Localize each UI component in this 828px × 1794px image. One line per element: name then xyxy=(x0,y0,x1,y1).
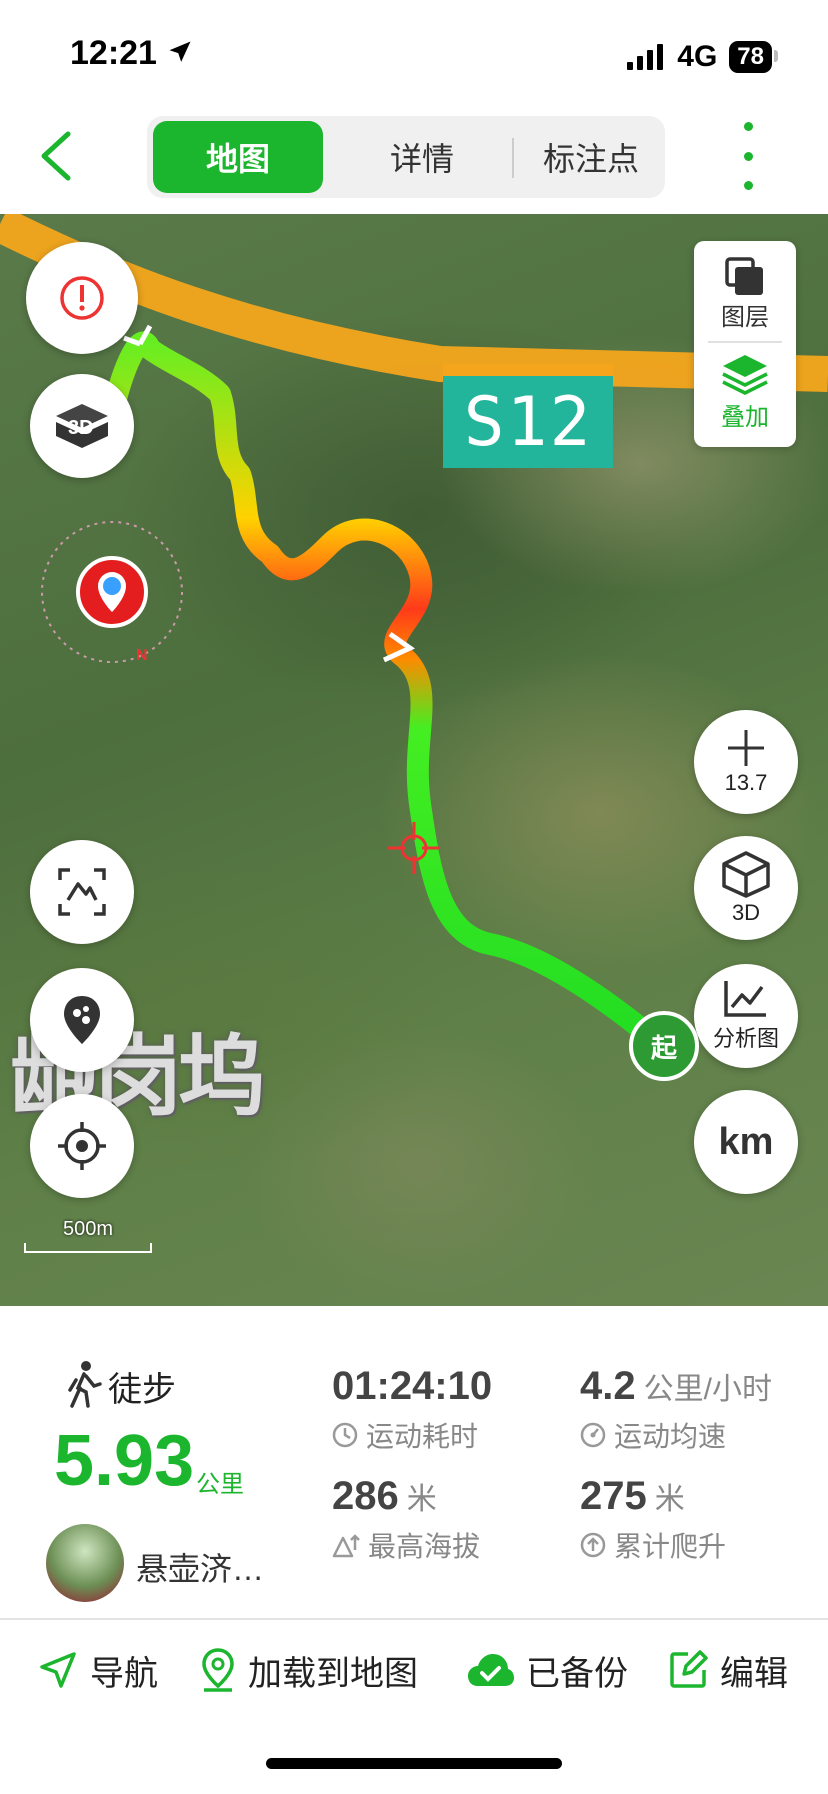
stack-icon xyxy=(722,355,768,395)
battery-indicator: 78 xyxy=(729,41,778,73)
navigate-icon xyxy=(40,1652,76,1688)
distance-unit: 公里 xyxy=(196,1471,244,1498)
speed-icon xyxy=(580,1422,606,1448)
road-label: S12 xyxy=(443,364,613,468)
unit-label: km xyxy=(718,1120,774,1163)
hiking-icon xyxy=(68,1361,102,1408)
chart-icon xyxy=(724,981,766,1017)
zoom-button[interactable]: 13.7 xyxy=(694,710,798,814)
clock-icon xyxy=(332,1422,358,1448)
analysis-label: 分析图 xyxy=(712,1026,779,1051)
more-menu-button[interactable] xyxy=(728,122,768,190)
tab-divider xyxy=(512,138,514,178)
load-to-map-button[interactable]: 加载到地图 xyxy=(200,1646,418,1694)
load-map-icon xyxy=(202,1648,234,1692)
stat-value: 286 xyxy=(332,1474,399,1518)
stat-value: 01:24:10 xyxy=(332,1364,493,1408)
layer-divider xyxy=(708,341,782,343)
stat-speed: 4.2 公里/小时 运动均速 xyxy=(580,1364,772,1455)
footprint-button[interactable] xyxy=(30,968,134,1072)
scale-bar xyxy=(24,1243,152,1253)
stat-duration: 01:24:10 运动耗时 xyxy=(332,1364,492,1455)
map-scale: 500m xyxy=(24,1218,152,1253)
backup-status-button[interactable]: 已备份 xyxy=(466,1646,628,1694)
terrain-3d-button[interactable]: 3D xyxy=(30,374,134,478)
chevron-left-icon xyxy=(41,131,71,181)
footprint-icon xyxy=(64,996,100,1044)
panel-divider xyxy=(0,1618,828,1620)
locate-icon xyxy=(58,1122,106,1170)
stat-value: 4.2 xyxy=(580,1364,636,1408)
more-dot-icon xyxy=(743,122,753,131)
tab-map[interactable]: 地图 xyxy=(153,121,323,193)
fit-track-button[interactable] xyxy=(30,840,134,944)
3d-label: 3D xyxy=(731,900,761,925)
status-time: 12:21 xyxy=(70,34,194,73)
stat-label: 最高海拔 xyxy=(368,1531,481,1562)
stat-value: 275 xyxy=(580,1474,647,1518)
analysis-button[interactable]: 分析图 xyxy=(694,964,798,1068)
view-tabs: 地图 详情 标注点 xyxy=(147,116,665,198)
start-marker[interactable]: 起 xyxy=(629,1011,699,1081)
stat-unit: 公里/小时 xyxy=(643,1373,772,1406)
locate-button[interactable] xyxy=(30,1094,134,1198)
altitude-icon xyxy=(332,1534,360,1558)
back-button[interactable] xyxy=(34,126,84,186)
home-indicator[interactable] xyxy=(266,1758,562,1769)
stat-total-climb: 275 米 累计爬升 xyxy=(580,1474,726,1565)
stat-label: 累计爬升 xyxy=(614,1531,727,1562)
activity-type: 徒步 xyxy=(108,1371,176,1409)
svg-text:3D: 3D xyxy=(68,417,94,439)
status-indicators: 4G 78 xyxy=(627,40,778,74)
location-arrow-icon xyxy=(169,41,191,62)
climb-icon xyxy=(580,1532,606,1558)
more-dot-icon xyxy=(743,151,753,161)
zoom-level: 13.7 xyxy=(724,770,768,795)
layers-button[interactable]: 图层 xyxy=(694,255,796,332)
stat-label: 运动均速 xyxy=(614,1421,727,1452)
warning-icon xyxy=(60,276,104,320)
view-3d-button[interactable]: 3D xyxy=(694,836,798,940)
signal-icon xyxy=(627,44,664,70)
avatar[interactable] xyxy=(46,1524,124,1602)
stat-unit: 米 xyxy=(406,1483,437,1516)
current-location-pin-icon xyxy=(76,556,148,628)
network-type: 4G xyxy=(677,40,718,73)
tab-details[interactable]: 详情 xyxy=(337,121,507,193)
cloud-check-icon xyxy=(468,1654,514,1686)
scale-label: 500m xyxy=(62,1218,114,1240)
layers-icon xyxy=(725,257,763,295)
more-dot-icon xyxy=(743,181,753,190)
compass-n-icon: N xyxy=(136,647,148,664)
username[interactable]: 悬壶济… xyxy=(136,1544,264,1590)
3d-view-icon: 3D xyxy=(56,404,108,448)
stat-max-altitude: 286 米 最高海拔 xyxy=(332,1474,480,1565)
navigate-button[interactable]: 导航 xyxy=(38,1646,158,1694)
cube-3d-icon xyxy=(722,851,770,898)
zoom-in-icon xyxy=(728,730,764,766)
layer-panel: 图层 叠加 xyxy=(694,241,796,447)
edit-button[interactable]: 编辑 xyxy=(668,1646,788,1694)
tab-markers[interactable]: 标注点 xyxy=(517,121,665,193)
track-distance: 5.93 xyxy=(54,1421,195,1501)
overlay-button[interactable]: 叠加 xyxy=(694,353,796,432)
report-issue-button[interactable] xyxy=(26,242,138,354)
fit-track-icon xyxy=(58,868,106,916)
stat-label: 运动耗时 xyxy=(366,1421,479,1452)
edit-icon xyxy=(670,1650,708,1688)
map-view[interactable]: N S12 龅岗坞 3D 500m 图层 叠加 13.7 3D 分析图 km 起 xyxy=(0,214,828,1306)
stat-unit: 米 xyxy=(654,1483,685,1516)
unit-toggle-button[interactable]: km xyxy=(694,1090,798,1194)
